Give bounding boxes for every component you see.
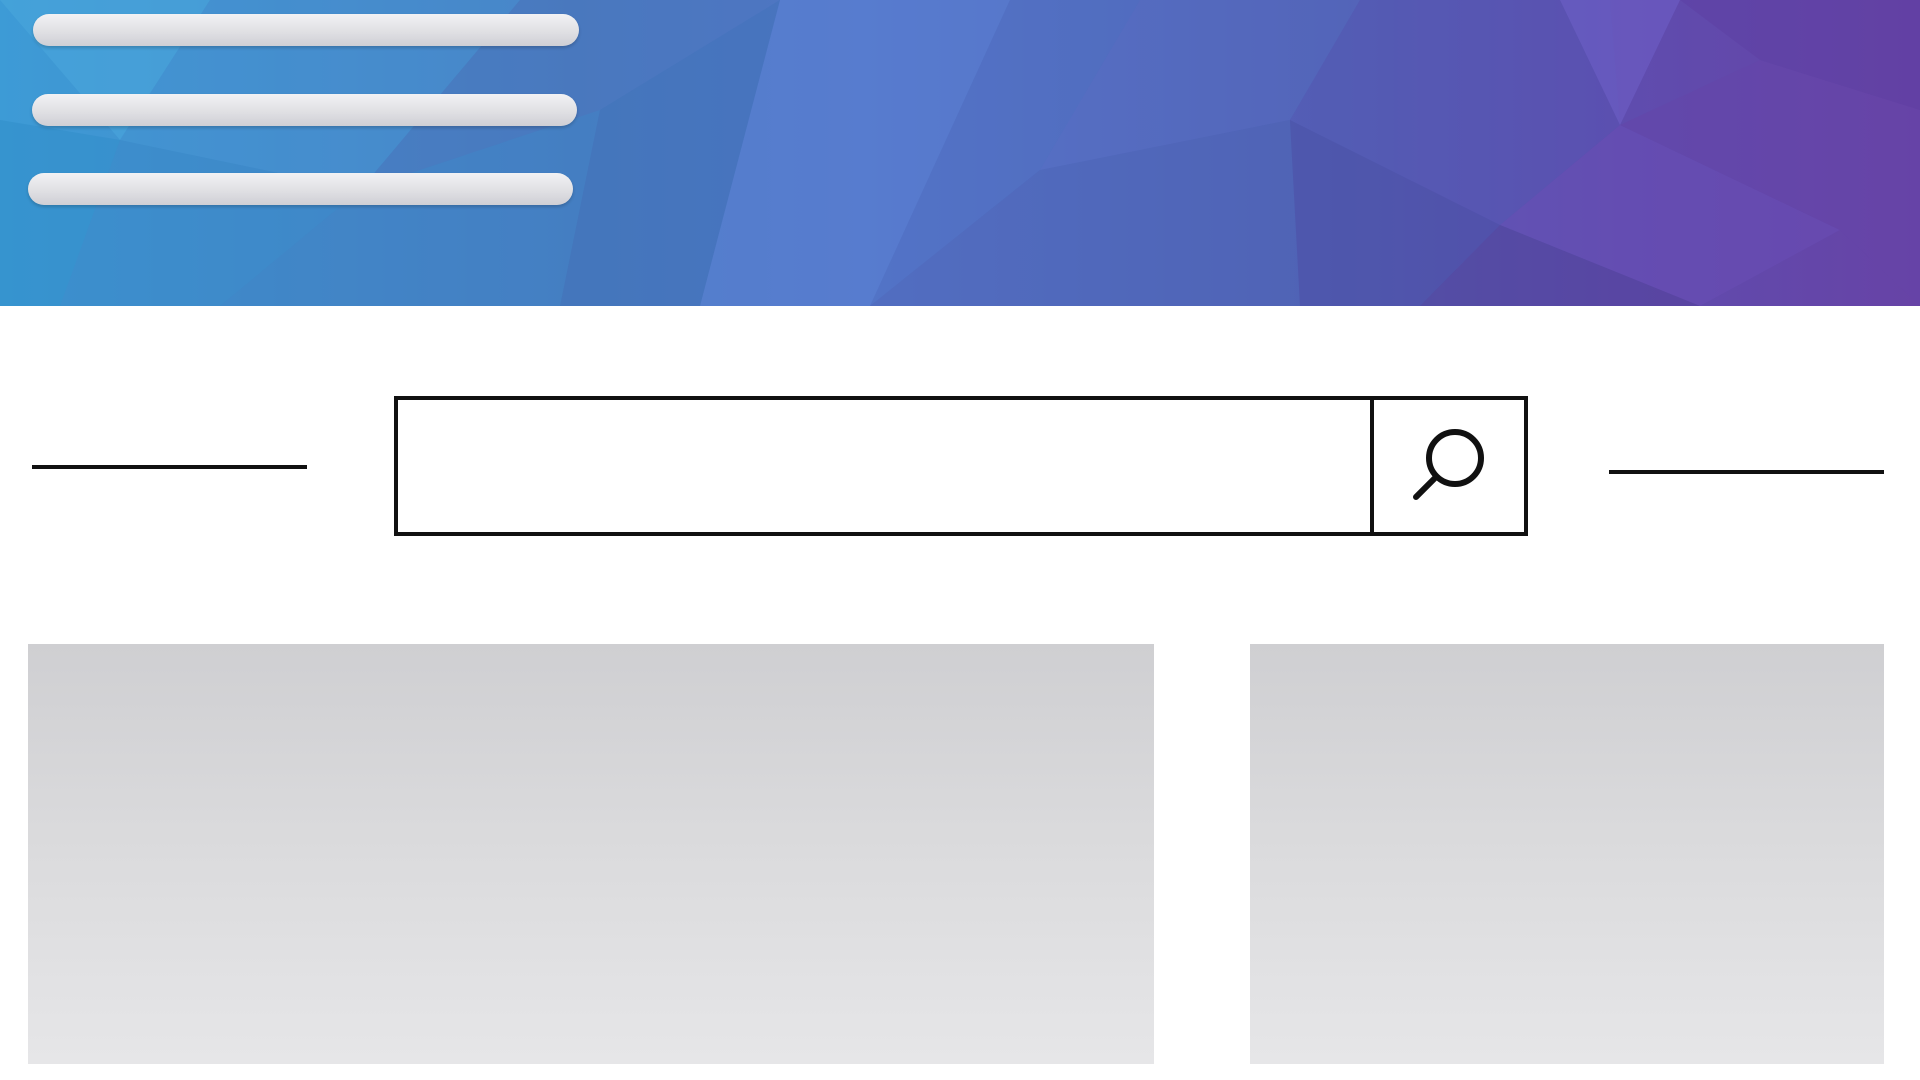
content-panel-main: [28, 644, 1154, 1064]
search-bar: [394, 396, 1528, 536]
left-divider-line: [32, 465, 307, 469]
right-divider-line: [1609, 470, 1884, 474]
menu-icon-bar-2[interactable]: [32, 94, 577, 126]
header-banner: [0, 0, 1920, 306]
search-input[interactable]: [398, 400, 1370, 532]
search-button[interactable]: [1370, 400, 1524, 532]
menu-icon-bar-1[interactable]: [33, 14, 579, 46]
content-panel-side: [1250, 644, 1884, 1064]
search-icon: [1413, 429, 1484, 500]
menu-icon-bar-3[interactable]: [28, 173, 573, 205]
page: [0, 0, 1920, 1080]
